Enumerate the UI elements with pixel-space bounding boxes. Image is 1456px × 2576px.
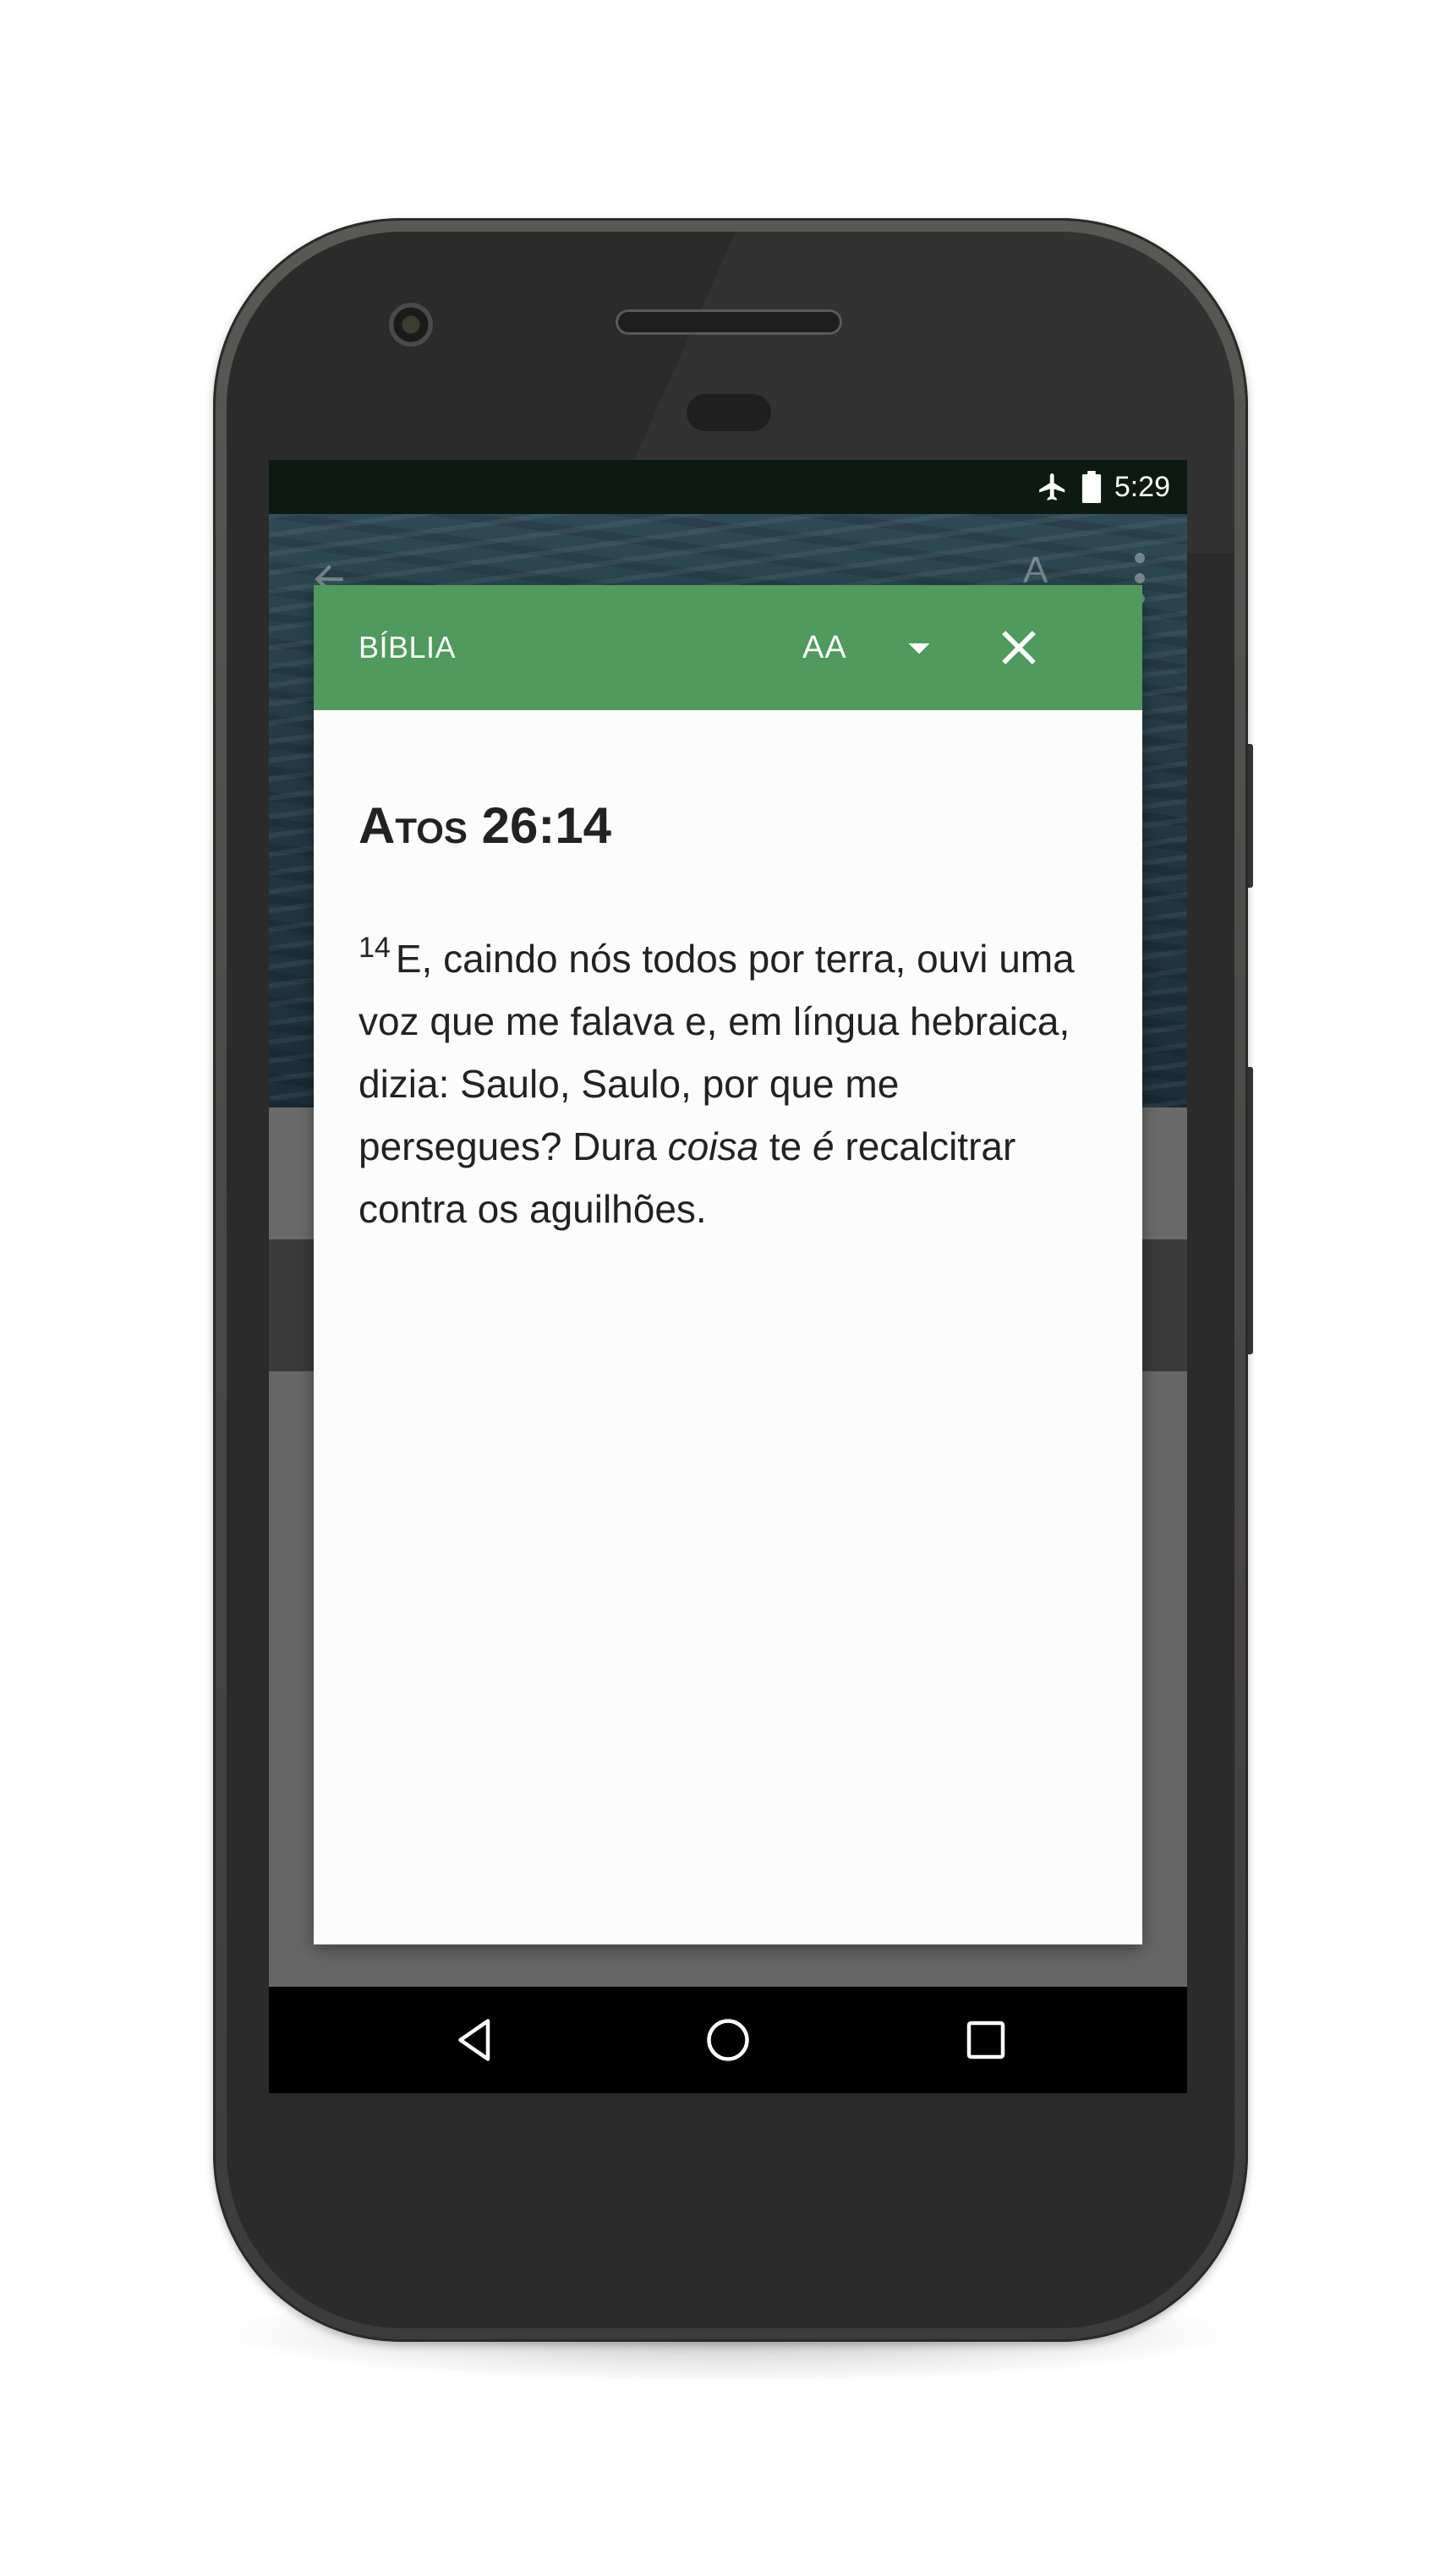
verse-dialog: BÍBLIA AA Atos 26:14 14 E, caindo nós tod… [314, 585, 1142, 1944]
font-size-button[interactable]: AA [802, 585, 847, 710]
status-bar: 5:29 [269, 460, 1187, 514]
verse-text-part: te [758, 1124, 813, 1168]
dropdown-arrow-icon[interactable] [894, 622, 944, 673]
verse-text: 14 E, caindo nós todos por terra, ouvi um… [359, 916, 1111, 1240]
proximity-sensor [687, 394, 771, 431]
dialog-header: BÍBLIA AA [314, 585, 1142, 710]
verse-text-italic: coisa [667, 1124, 759, 1168]
airplane-mode-icon [1038, 473, 1065, 500]
reference-book: Atos [359, 797, 468, 854]
reference-chapter-verse: 26:14 [481, 797, 612, 854]
status-time: 5:29 [1114, 470, 1170, 503]
verse-text-italic: é [813, 1124, 835, 1168]
navigation-bar [269, 1987, 1187, 2093]
nav-home-icon[interactable] [703, 2015, 753, 2065]
verse-reference: Atos 26:14 [359, 796, 611, 855]
close-icon[interactable] [990, 619, 1048, 676]
nav-recents-icon[interactable] [961, 2015, 1011, 2065]
status-icons: 5:29 [1037, 460, 1170, 514]
earpiece-speaker [616, 309, 842, 335]
verse-number: 14 [359, 932, 391, 964]
nav-back-icon[interactable] [450, 2015, 501, 2065]
device-mockup: 5:29 A BÍBLIA AA Atos 26:14 14 E, caindo… [0, 0, 1456, 2576]
dialog-title: BÍBLIA [359, 630, 457, 665]
battery-icon [1081, 471, 1101, 503]
front-camera [389, 303, 433, 347]
screen: 5:29 A BÍBLIA AA Atos 26:14 14 E, caindo… [269, 460, 1187, 2093]
